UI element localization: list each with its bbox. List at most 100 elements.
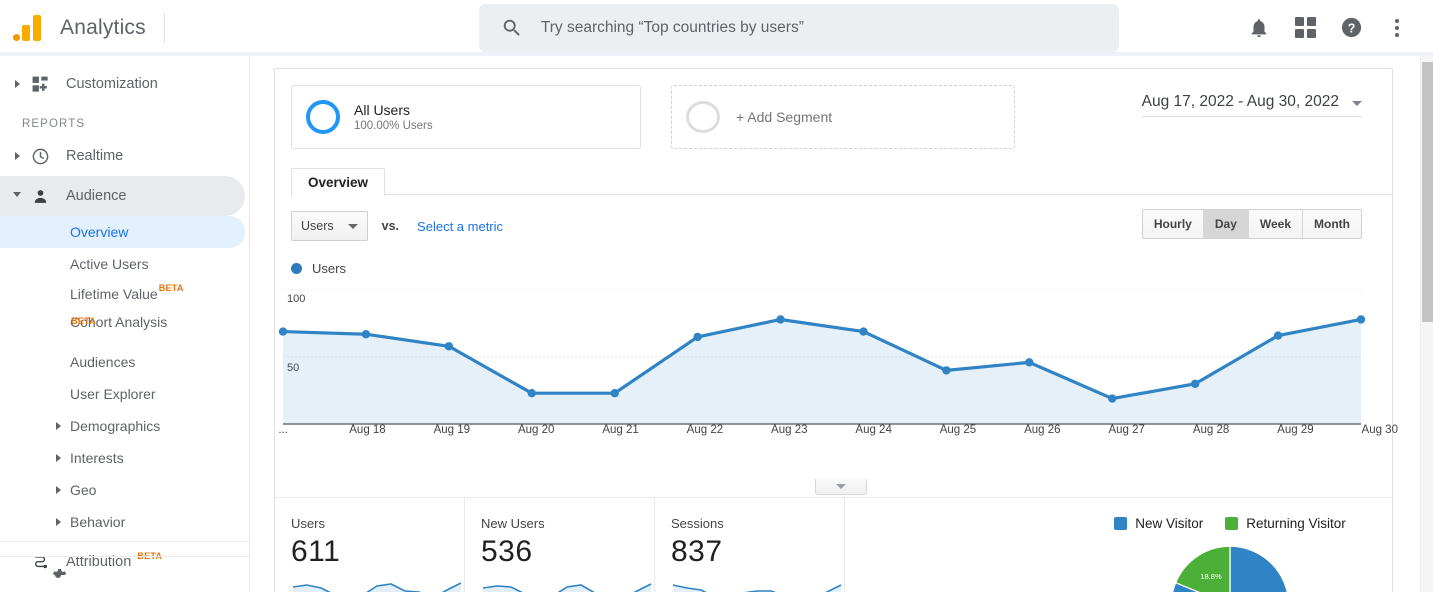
granularity-hourly[interactable]: Hourly <box>1142 210 1204 238</box>
stat-label: Sessions <box>671 516 724 531</box>
x-axis-tick: Aug 21 <box>602 424 639 436</box>
search-icon <box>501 17 523 39</box>
sparkline-users <box>292 582 462 592</box>
chevron-down-icon <box>836 484 846 489</box>
granularity-day[interactable]: Day <box>1203 210 1249 238</box>
date-range-label: Aug 17, 2022 - Aug 30, 2022 <box>1141 93 1339 110</box>
apps-grid-icon[interactable] <box>1293 16 1317 40</box>
sidebar-subitem-label: Demographics <box>70 418 161 434</box>
help-icon[interactable]: ? <box>1339 16 1363 40</box>
granularity-label: Week <box>1259 217 1292 231</box>
sidebar-item-overview[interactable]: Overview <box>0 216 245 248</box>
visitor-type-pie-chart[interactable]: 18.8% <box>1135 545 1325 592</box>
tab-strip: Overview <box>291 167 1393 196</box>
sidebar-item-realtime[interactable]: Realtime <box>0 136 245 176</box>
admin-gear-icon[interactable] <box>46 566 70 584</box>
stat-label: New Users <box>481 516 545 531</box>
x-axis-tick: Aug 19 <box>433 424 471 436</box>
stat-card-sessions[interactable]: Sessions 837 <box>655 498 845 592</box>
sidebar-item-label: Audience <box>66 188 127 204</box>
date-range-picker[interactable]: Aug 17, 2022 - Aug 30, 2022 <box>1141 93 1362 117</box>
x-axis-tick: Aug 23 <box>771 424 808 436</box>
main-content: All Users 100.00% Users + Add Segment Au… <box>250 56 1421 592</box>
property-selector-slot[interactable] <box>165 13 465 43</box>
x-axis-tick: Aug 20 <box>517 424 555 436</box>
sidebar-item-user-explorer[interactable]: User Explorer <box>0 378 245 410</box>
stat-card-new-users[interactable]: New Users 536 <box>465 498 655 592</box>
segment-ring-placeholder-icon <box>686 101 720 133</box>
x-axis-tick: Aug 24 <box>855 424 892 436</box>
sidebar-section-reports: REPORTS <box>22 118 86 130</box>
visitor-type-pie-block: New Visitor Returning Visitor 18.8% <box>1065 498 1395 592</box>
segment-ring-icon <box>306 100 340 134</box>
chevron-down-icon <box>347 223 358 229</box>
add-segment-button[interactable]: + Add Segment <box>671 85 1015 149</box>
x-axis-tick-labels: ... Aug 18 Aug 19 Aug 20 Aug 21 Aug 22 Aug 23 A… <box>275 424 1398 442</box>
sidebar-item-geo[interactable]: Geo <box>0 474 245 506</box>
stat-value: 837 <box>671 535 723 568</box>
legend-swatch-icon <box>1114 517 1128 530</box>
segment-detail: 100.00% Users <box>354 120 433 132</box>
stat-label: Users <box>291 516 325 531</box>
search-bar[interactable] <box>478 3 1119 52</box>
granularity-month[interactable]: Month <box>1303 210 1361 238</box>
svg-text:18.8%: 18.8% <box>1200 572 1222 581</box>
tab-overview[interactable]: Overview <box>291 168 386 196</box>
sidebar-item-active-users[interactable]: Active Users <box>0 248 245 280</box>
search-input[interactable] <box>540 18 1061 37</box>
metric-selector-label: Users <box>301 219 334 233</box>
sidebar-item-label: Realtime <box>66 148 124 164</box>
chart-collapse-handle[interactable] <box>815 479 867 495</box>
line-chart-svg: 50100 <box>278 289 1366 425</box>
select-a-metric-link[interactable]: Select a metric <box>417 219 503 234</box>
pie-legend-item-new-visitor[interactable]: New Visitor <box>1114 516 1203 531</box>
pie-legend-label: New Visitor <box>1135 516 1204 531</box>
sidebar-item-customization[interactable]: Customization <box>0 64 245 104</box>
analytics-logo-icon <box>12 13 46 43</box>
granularity-week[interactable]: Week <box>1248 210 1304 238</box>
legend-label: Users <box>312 261 346 276</box>
more-options-icon[interactable] <box>1385 16 1409 40</box>
x-axis-tick: Aug 18 <box>349 424 386 436</box>
stat-card-users[interactable]: Users 611 <box>275 498 465 592</box>
app-title: Analytics <box>60 15 146 39</box>
segment-all-users[interactable]: All Users 100.00% Users <box>291 85 641 149</box>
pie-legend-label: Returning Visitor <box>1246 516 1346 531</box>
legend-swatch-icon <box>1225 517 1239 530</box>
stat-grid: Users 611 New Users 536 Sessions 837 <box>275 498 845 592</box>
report-card: All Users 100.00% Users + Add Segment Au… <box>274 68 1398 592</box>
sidebar-item-demographics[interactable]: Demographics <box>0 410 245 442</box>
customization-icon <box>28 75 52 94</box>
sidebar-item-cohort-analysis[interactable]: Cohort Analysis BETA <box>0 308 245 336</box>
granularity-label: Day <box>1214 217 1237 231</box>
granularity-toggle-group: Hourly Day Week Month <box>1141 209 1362 239</box>
x-axis-tick: ... <box>278 424 288 436</box>
left-sidebar: Customization REPORTS Realtime Audience … <box>0 56 250 592</box>
top-app-bar: Analytics ? <box>0 0 1433 56</box>
metric-selector[interactable]: Users <box>291 211 368 241</box>
notifications-icon[interactable] <box>1247 16 1271 40</box>
sidebar-subitem-label: Geo <box>70 482 97 498</box>
users-line-chart[interactable]: 50 100 ... Aug 18 Aug 19 Aug 20 Aug 21 Aug 22 A… <box>275 282 1398 442</box>
sidebar-item-audiences[interactable]: Audiences <box>0 346 245 378</box>
vertical-scrollbar[interactable] <box>1420 56 1433 592</box>
sidebar-item-audience[interactable]: Audience <box>0 176 245 216</box>
beta-badge: BETA <box>158 283 184 293</box>
sparkline-new-users <box>482 583 652 592</box>
segment-name: All Users <box>354 102 411 118</box>
sidebar-item-interests[interactable]: Interests <box>0 442 245 474</box>
sidebar-item-behavior[interactable]: Behavior <box>0 506 245 538</box>
scrollbar-thumb[interactable] <box>1422 62 1433 322</box>
expand-arrow-icon <box>56 518 61 526</box>
sidebar-item-lifetime-value[interactable]: Lifetime Value BETA <box>0 280 245 308</box>
collapse-arrow-icon <box>6 191 28 201</box>
pie-wrap: 18.8% <box>1065 545 1395 592</box>
pie-legend-item-returning-visitor[interactable]: Returning Visitor <box>1225 516 1346 531</box>
summary-section: Users 611 New Users 536 Sessions 837 New… <box>275 497 1394 592</box>
stat-row: Users 611 New Users 536 Sessions 837 <box>275 498 845 592</box>
metric-bar: Users vs. Select a metric Hourly Day Wee… <box>291 209 1392 241</box>
tab-label: Overview <box>308 174 369 190</box>
pie-legend: New Visitor Returning Visitor <box>1065 498 1395 531</box>
chevron-down-icon <box>1352 101 1362 106</box>
stat-value: 611 <box>291 535 341 568</box>
